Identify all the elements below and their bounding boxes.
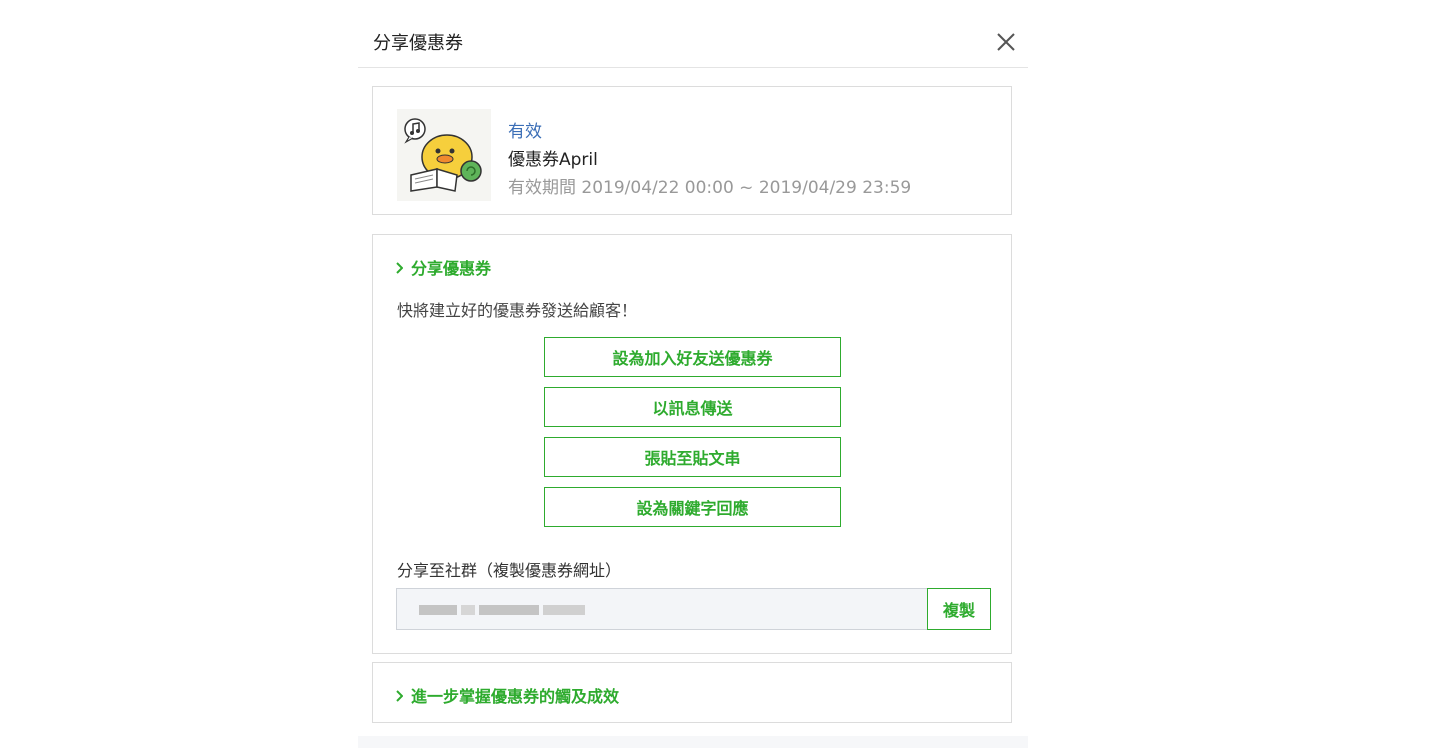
modal-title: 分享優惠券 bbox=[373, 33, 463, 54]
modal-header: 分享優惠券 bbox=[358, 0, 1028, 68]
modal-footer bbox=[358, 736, 1028, 748]
blurred-url-text bbox=[479, 605, 539, 615]
coupon-status: 有效 bbox=[508, 122, 542, 142]
chevron-right-icon bbox=[395, 687, 404, 706]
blurred-url-text bbox=[461, 605, 475, 615]
share-description: 快將建立好的優惠券發送給顧客！ bbox=[397, 301, 638, 320]
close-icon[interactable] bbox=[995, 31, 1017, 53]
copy-url-button[interactable]: 複製 bbox=[927, 588, 991, 630]
set-as-friend-coupon-button[interactable]: 設為加入好友送優惠券 bbox=[544, 337, 841, 377]
share-to-social-label: 分享至社群（複製優惠券網址） bbox=[397, 561, 622, 580]
set-as-keyword-reply-button[interactable]: 設為關鍵字回應 bbox=[544, 487, 841, 527]
share-coupon-modal: 分享優惠券 有效 優惠券April 有效期間 2019/04/22 00:00 … bbox=[358, 0, 1028, 748]
insights-section-toggle[interactable]: 進一步掌握優惠券的觸及成效 bbox=[395, 683, 619, 707]
send-via-message-button[interactable]: 以訊息傳送 bbox=[544, 387, 841, 427]
coupon-url-field[interactable] bbox=[396, 588, 928, 630]
blurred-url-text bbox=[419, 605, 457, 615]
coupon-insights-section: 進一步掌握優惠券的觸及成效 bbox=[372, 662, 1012, 723]
duck-reading-book-illustration bbox=[404, 118, 482, 192]
share-coupon-section: 分享優惠券 快將建立好的優惠券發送給顧客！ 設為加入好友送優惠券 以訊息傳送 張… bbox=[372, 234, 1012, 654]
coupon-name: 優惠券April bbox=[508, 150, 598, 170]
insights-section-label: 進一步掌握優惠券的觸及成效 bbox=[411, 687, 620, 706]
post-to-timeline-button[interactable]: 張貼至貼文串 bbox=[544, 437, 841, 477]
chevron-right-icon bbox=[395, 259, 404, 278]
share-section-toggle[interactable]: 分享優惠券 bbox=[395, 255, 491, 279]
coupon-validity-period: 有效期間 2019/04/22 00:00 ~ 2019/04/29 23:59 bbox=[508, 178, 912, 198]
blurred-url-text bbox=[543, 605, 585, 615]
coupon-card: 有效 優惠券April 有效期間 2019/04/22 00:00 ~ 2019… bbox=[372, 86, 1012, 215]
share-section-label: 分享優惠券 bbox=[411, 259, 492, 278]
coupon-thumbnail bbox=[397, 109, 491, 201]
